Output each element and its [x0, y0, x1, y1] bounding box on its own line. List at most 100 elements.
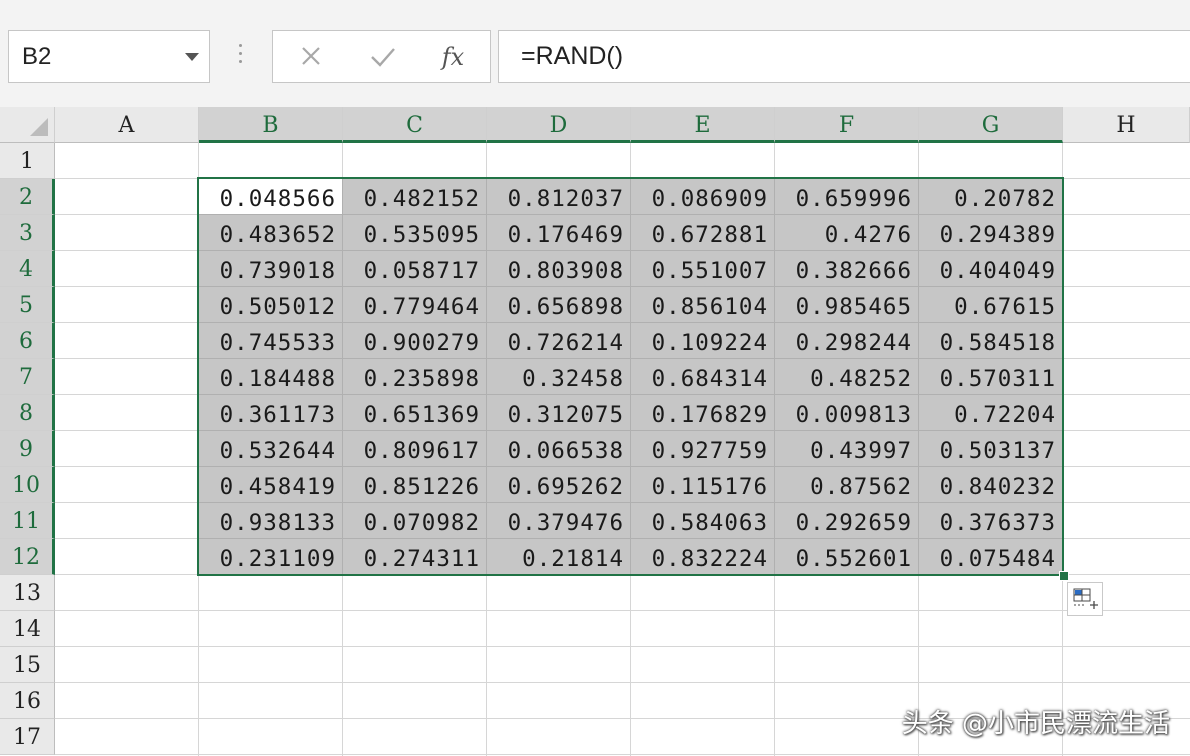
cell-c10[interactable]: 0.851226 — [343, 467, 487, 503]
cell-e2[interactable]: 0.086909 — [631, 179, 775, 215]
cell-e12[interactable]: 0.832224 — [631, 539, 775, 575]
cell-c2[interactable]: 0.482152 — [343, 179, 487, 215]
cell-e4[interactable]: 0.551007 — [631, 251, 775, 287]
cell-b12[interactable]: 0.231109 — [199, 539, 343, 575]
cell-f3[interactable]: 0.4276 — [775, 215, 919, 251]
row-header-6[interactable]: 6 — [0, 323, 55, 359]
row-header-10[interactable]: 10 — [0, 467, 55, 503]
cell-f11[interactable]: 0.292659 — [775, 503, 919, 539]
cell-f9[interactable]: 0.43997 — [775, 431, 919, 467]
row-header-3[interactable]: 3 — [0, 215, 55, 251]
cell-c5[interactable]: 0.779464 — [343, 287, 487, 323]
cell-d3[interactable]: 0.176469 — [487, 215, 631, 251]
cell-g12[interactable]: 0.075484 — [919, 539, 1063, 575]
cell-c9[interactable]: 0.809617 — [343, 431, 487, 467]
cell-c7[interactable]: 0.235898 — [343, 359, 487, 395]
cell-d7[interactable]: 0.32458 — [487, 359, 631, 395]
column-header-d[interactable]: D — [487, 107, 631, 143]
chevron-down-icon[interactable] — [185, 53, 199, 61]
cell-c3[interactable]: 0.535095 — [343, 215, 487, 251]
spreadsheet-grid[interactable]: A B C D E F G H 1 2 3 4 5 6 7 8 9 10 11 12 13 14 15 16 17 0.04856… — [0, 107, 1190, 756]
row-header-9[interactable]: 9 — [0, 431, 55, 467]
cell-b8[interactable]: 0.361173 — [199, 395, 343, 431]
cell-g8[interactable]: 0.72204 — [919, 395, 1063, 431]
fx-icon[interactable]: fx — [433, 41, 473, 73]
row-header-16[interactable]: 16 — [0, 683, 55, 719]
column-header-g[interactable]: G — [919, 107, 1063, 143]
row-header-13[interactable]: 13 — [0, 575, 55, 611]
cell-e8[interactable]: 0.176829 — [631, 395, 775, 431]
cell-g5[interactable]: 0.67615 — [919, 287, 1063, 323]
cell-c11[interactable]: 0.070982 — [343, 503, 487, 539]
column-header-c[interactable]: C — [343, 107, 487, 143]
cell-f4[interactable]: 0.382666 — [775, 251, 919, 287]
column-header-e[interactable]: E — [631, 107, 775, 143]
row-header-8[interactable]: 8 — [0, 395, 55, 431]
cell-d12[interactable]: 0.21814 — [487, 539, 631, 575]
cell-f6[interactable]: 0.298244 — [775, 323, 919, 359]
row-header-12[interactable]: 12 — [0, 539, 55, 575]
row-header-7[interactable]: 7 — [0, 359, 55, 395]
close-icon[interactable] — [291, 41, 331, 73]
cell-c6[interactable]: 0.900279 — [343, 323, 487, 359]
cell-b11[interactable]: 0.938133 — [199, 503, 343, 539]
column-header-b[interactable]: B — [199, 107, 343, 143]
cell-d10[interactable]: 0.695262 — [487, 467, 631, 503]
cell-c8[interactable]: 0.651369 — [343, 395, 487, 431]
row-header-14[interactable]: 14 — [0, 611, 55, 647]
cell-g6[interactable]: 0.584518 — [919, 323, 1063, 359]
cell-g3[interactable]: 0.294389 — [919, 215, 1063, 251]
cell-e5[interactable]: 0.856104 — [631, 287, 775, 323]
cell-b7[interactable]: 0.184488 — [199, 359, 343, 395]
column-header-h[interactable]: H — [1063, 107, 1190, 143]
cell-g10[interactable]: 0.840232 — [919, 467, 1063, 503]
cell-c4[interactable]: 0.058717 — [343, 251, 487, 287]
row-header-11[interactable]: 11 — [0, 503, 55, 539]
fill-handle[interactable] — [1059, 571, 1069, 581]
formula-input[interactable]: =RAND() — [498, 30, 1190, 83]
cell-g2[interactable]: 0.20782 — [919, 179, 1063, 215]
cell-f7[interactable]: 0.48252 — [775, 359, 919, 395]
cell-b3[interactable]: 0.483652 — [199, 215, 343, 251]
column-header-a[interactable]: A — [55, 107, 199, 143]
cell-d8[interactable]: 0.312075 — [487, 395, 631, 431]
cell-f12[interactable]: 0.552601 — [775, 539, 919, 575]
cell-e6[interactable]: 0.109224 — [631, 323, 775, 359]
row-header-2[interactable]: 2 — [0, 179, 55, 215]
cell-b10[interactable]: 0.458419 — [199, 467, 343, 503]
row-header-4[interactable]: 4 — [0, 251, 55, 287]
cell-d11[interactable]: 0.379476 — [487, 503, 631, 539]
cell-b5[interactable]: 0.505012 — [199, 287, 343, 323]
cell-g11[interactable]: 0.376373 — [919, 503, 1063, 539]
cell-d6[interactable]: 0.726214 — [487, 323, 631, 359]
cell-b9[interactable]: 0.532644 — [199, 431, 343, 467]
cell-f10[interactable]: 0.87562 — [775, 467, 919, 503]
column-header-f[interactable]: F — [775, 107, 919, 143]
cell-c12[interactable]: 0.274311 — [343, 539, 487, 575]
cell-d9[interactable]: 0.066538 — [487, 431, 631, 467]
cell-g7[interactable]: 0.570311 — [919, 359, 1063, 395]
cell-g4[interactable]: 0.404049 — [919, 251, 1063, 287]
cell-b6[interactable]: 0.745533 — [199, 323, 343, 359]
row-header-5[interactable]: 5 — [0, 287, 55, 323]
cell-g9[interactable]: 0.503137 — [919, 431, 1063, 467]
row-header-17[interactable]: 17 — [0, 719, 55, 755]
cell-f8[interactable]: 0.009813 — [775, 395, 919, 431]
cell-e9[interactable]: 0.927759 — [631, 431, 775, 467]
cell-e3[interactable]: 0.672881 — [631, 215, 775, 251]
cell-d4[interactable]: 0.803908 — [487, 251, 631, 287]
check-icon[interactable] — [363, 41, 403, 73]
cell-e7[interactable]: 0.684314 — [631, 359, 775, 395]
cell-f5[interactable]: 0.985465 — [775, 287, 919, 323]
cell-b2[interactable]: 0.048566 — [199, 179, 343, 215]
cell-e11[interactable]: 0.584063 — [631, 503, 775, 539]
quick-analysis-icon[interactable] — [1067, 582, 1103, 616]
drag-handle-icon[interactable] — [239, 44, 243, 68]
cell-f2[interactable]: 0.659996 — [775, 179, 919, 215]
cell-e10[interactable]: 0.115176 — [631, 467, 775, 503]
select-all-button[interactable] — [0, 107, 55, 143]
row-header-1[interactable]: 1 — [0, 143, 55, 179]
cell-d2[interactable]: 0.812037 — [487, 179, 631, 215]
row-header-15[interactable]: 15 — [0, 647, 55, 683]
name-box[interactable]: B2 — [8, 30, 210, 83]
